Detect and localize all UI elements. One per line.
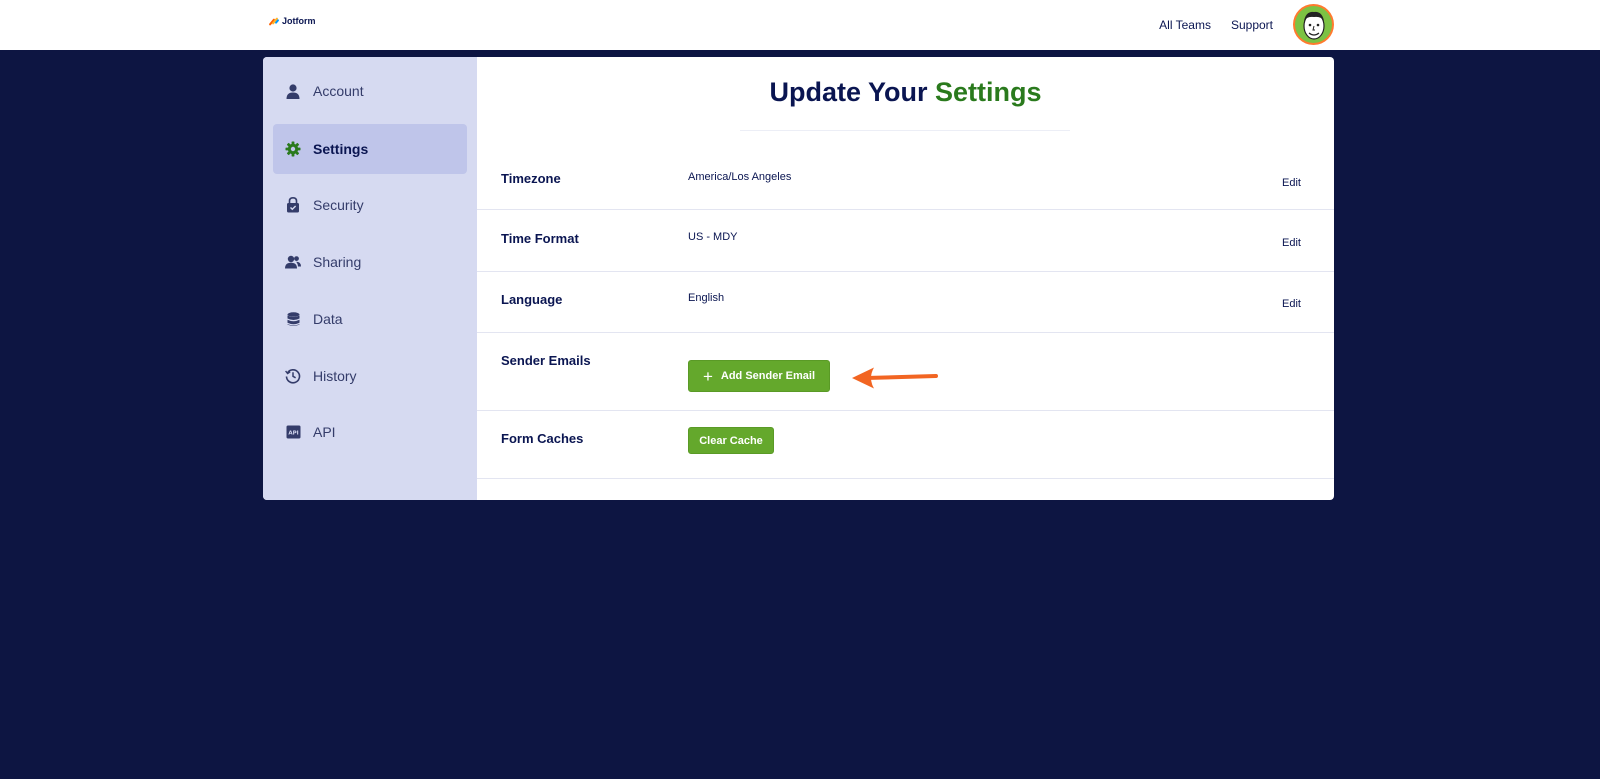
sidebar-item-settings[interactable]: Settings bbox=[273, 124, 467, 174]
top-navigation-bar: Jotform All Teams Support bbox=[0, 0, 1600, 50]
top-nav-links: All Teams Support bbox=[1159, 4, 1334, 45]
time-format-value: US - MDY bbox=[688, 231, 738, 243]
language-value: English bbox=[688, 292, 725, 304]
sidebar-item-label: History bbox=[313, 368, 357, 384]
time-format-label: Time Format bbox=[501, 231, 579, 246]
database-icon bbox=[285, 311, 301, 327]
language-edit-link[interactable]: Edit bbox=[1282, 298, 1301, 310]
person-icon bbox=[285, 83, 301, 99]
timezone-label: Timezone bbox=[501, 171, 561, 186]
sidebar-item-label: Account bbox=[313, 83, 364, 99]
page-title-accent: Settings bbox=[935, 77, 1042, 107]
page-title: Update Your Settings bbox=[477, 77, 1334, 108]
annotation-arrow-icon bbox=[852, 367, 938, 389]
sidebar-item-history[interactable]: History bbox=[273, 351, 467, 401]
sidebar-item-api[interactable]: API API bbox=[273, 407, 467, 457]
language-label: Language bbox=[501, 292, 563, 307]
sender-emails-label: Sender Emails bbox=[501, 353, 591, 368]
settings-main: Update Your Settings Timezone America/Lo… bbox=[477, 57, 1334, 500]
clear-cache-button[interactable]: Clear Cache bbox=[688, 427, 774, 454]
jotform-logo[interactable]: Jotform bbox=[268, 16, 316, 26]
sidebar-item-label: Sharing bbox=[313, 254, 362, 270]
settings-card: Account Settings Security Sharing Data H… bbox=[263, 57, 1334, 500]
svg-text:API: API bbox=[288, 430, 298, 436]
sidebar-item-label: Security bbox=[313, 197, 364, 213]
lock-shield-icon bbox=[285, 197, 301, 213]
timezone-value: America/Los Angeles bbox=[688, 171, 792, 183]
timezone-edit-link[interactable]: Edit bbox=[1282, 177, 1301, 189]
api-icon: API bbox=[285, 424, 301, 440]
sidebar-item-sharing[interactable]: Sharing bbox=[273, 237, 467, 287]
sidebar-item-data[interactable]: Data bbox=[273, 294, 467, 344]
timezone-row: Timezone America/Los Angeles Edit bbox=[477, 151, 1334, 210]
sidebar-item-security[interactable]: Security bbox=[273, 180, 467, 230]
time-format-edit-link[interactable]: Edit bbox=[1282, 237, 1301, 249]
all-teams-link[interactable]: All Teams bbox=[1159, 18, 1211, 32]
sidebar-item-label: API bbox=[313, 424, 336, 440]
title-divider bbox=[740, 130, 1070, 131]
sidebar-item-label: Data bbox=[313, 311, 343, 327]
sidebar-item-account[interactable]: Account bbox=[273, 66, 467, 116]
plus-icon: + bbox=[702, 366, 713, 386]
add-sender-email-button[interactable]: + Add Sender Email bbox=[688, 360, 830, 392]
logo-text: Jotform bbox=[282, 16, 316, 26]
clear-cache-label: Clear Cache bbox=[699, 434, 763, 447]
support-link[interactable]: Support bbox=[1231, 18, 1273, 32]
add-sender-email-label: Add Sender Email bbox=[720, 370, 816, 382]
jotform-logo-icon bbox=[268, 16, 280, 26]
sidebar-item-label: Settings bbox=[313, 141, 369, 157]
people-icon bbox=[285, 254, 301, 270]
user-avatar-icon[interactable] bbox=[1293, 4, 1334, 45]
page-title-prefix: Update Your bbox=[769, 77, 935, 107]
gear-icon bbox=[285, 141, 301, 157]
language-row: Language English Edit bbox=[477, 272, 1334, 333]
history-clock-icon bbox=[285, 368, 301, 384]
settings-sidebar: Account Settings Security Sharing Data H… bbox=[263, 57, 477, 500]
form-caches-row: Form Caches Clear Cache bbox=[477, 411, 1334, 479]
time-format-row: Time Format US - MDY Edit bbox=[477, 211, 1334, 272]
form-caches-label: Form Caches bbox=[501, 431, 584, 446]
